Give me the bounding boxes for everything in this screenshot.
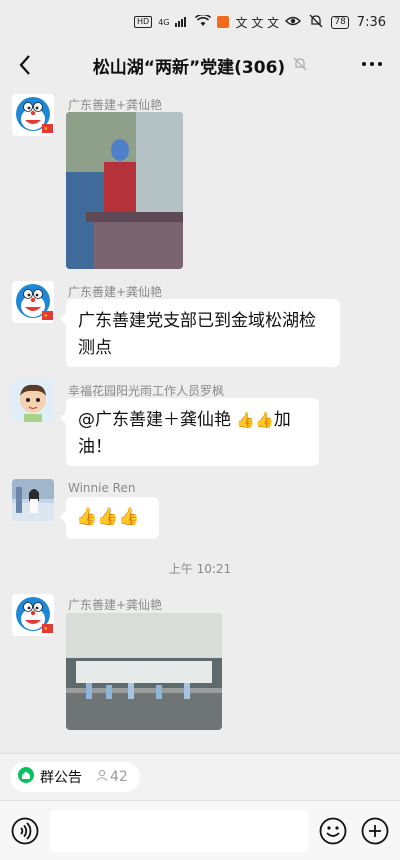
sender-name: Winnie Ren: [68, 481, 136, 495]
status-right: 78 7:36: [285, 14, 386, 31]
sender-name: 广东善建+龚仙艳: [68, 285, 163, 299]
mention-text: @广东善建＋龚仙艳: [78, 410, 231, 430]
clock: 7:36: [356, 14, 386, 30]
avatar[interactable]: ★: [12, 281, 54, 323]
signal-label: 4G: [158, 17, 170, 27]
avatar[interactable]: [12, 479, 54, 521]
svg-text:★: ★: [44, 626, 49, 632]
emoji-icon[interactable]: [319, 817, 347, 845]
message-bubble[interactable]: 👍👍👍: [60, 497, 159, 539]
message-text-line: 油！: [78, 437, 112, 457]
message-bubble[interactable]: 广东善建党支部已到金域松湖检 测点: [60, 299, 340, 367]
group-notice-label: 群公告: [40, 770, 82, 786]
message-bubble[interactable]: @广东善建＋龚仙艳 👍👍加 油！: [60, 398, 319, 466]
svg-text:★: ★: [44, 126, 49, 132]
svg-text:★: ★: [44, 313, 49, 319]
member-count: 42: [96, 769, 128, 785]
chat-header: 松山湖“两新”党建(306): [0, 44, 400, 86]
thumbs-up-icon: 👍👍👍: [76, 507, 140, 527]
message-text-fragment: 加: [273, 410, 291, 430]
voice-icon[interactable]: [11, 817, 39, 845]
more-options-icon[interactable]: [360, 54, 384, 74]
app-icons: 文 文 文: [235, 15, 280, 30]
chat-message: ★: [12, 594, 54, 636]
input-bar: [0, 800, 400, 860]
message-image[interactable]: [66, 112, 183, 269]
wifi-icon: [195, 13, 212, 30]
chat-message: ★: [12, 94, 54, 136]
user-icon: [96, 769, 108, 785]
battery-indicator: 78: [331, 15, 349, 29]
plus-icon[interactable]: [361, 817, 389, 845]
thumbs-up-icon: 👍👍: [236, 411, 274, 429]
sender-name: 幸福花园阳光雨工作人员罗枫: [68, 384, 225, 398]
sender-name: 广东善建+龚仙艳: [68, 598, 163, 612]
avatar[interactable]: [12, 380, 54, 422]
home-icon: [18, 767, 34, 787]
message-text-line: @广东善建＋龚仙艳 👍👍加: [78, 407, 307, 434]
status-left: HD 4G 文 文 文: [134, 13, 280, 31]
member-count-value: 42: [110, 769, 128, 785]
app-notification-icon: [217, 16, 230, 28]
mute-bell-icon: [293, 56, 307, 75]
mute-icon: [309, 14, 323, 31]
chat-message: [12, 479, 54, 521]
avatar[interactable]: ★: [12, 594, 54, 636]
notice-bar: 群公告 42: [0, 753, 400, 800]
title-wrap: 松山湖“两新”党建(306): [0, 44, 400, 86]
message-image[interactable]: [66, 613, 222, 730]
message-input[interactable]: [50, 810, 308, 852]
message-text-line: 广东善建党支部已到金域松湖检: [78, 311, 316, 331]
chat-title[interactable]: 松山湖“两新”党建(306): [93, 53, 285, 78]
hd-badge: HD: [134, 16, 153, 28]
group-notice-button[interactable]: 群公告 42: [10, 762, 140, 792]
chat-message: ★: [12, 281, 54, 323]
time-separator: 上午 10:21: [168, 562, 232, 576]
signal-icon: [175, 15, 189, 30]
chat-message: [12, 380, 54, 422]
sender-name: 广东善建+龚仙艳: [68, 98, 163, 112]
eye-icon: [285, 15, 302, 30]
avatar[interactable]: ★: [12, 94, 54, 136]
message-text-line: 测点: [78, 338, 112, 358]
status-bar: HD 4G 文 文 文 78 7:36: [0, 0, 400, 44]
